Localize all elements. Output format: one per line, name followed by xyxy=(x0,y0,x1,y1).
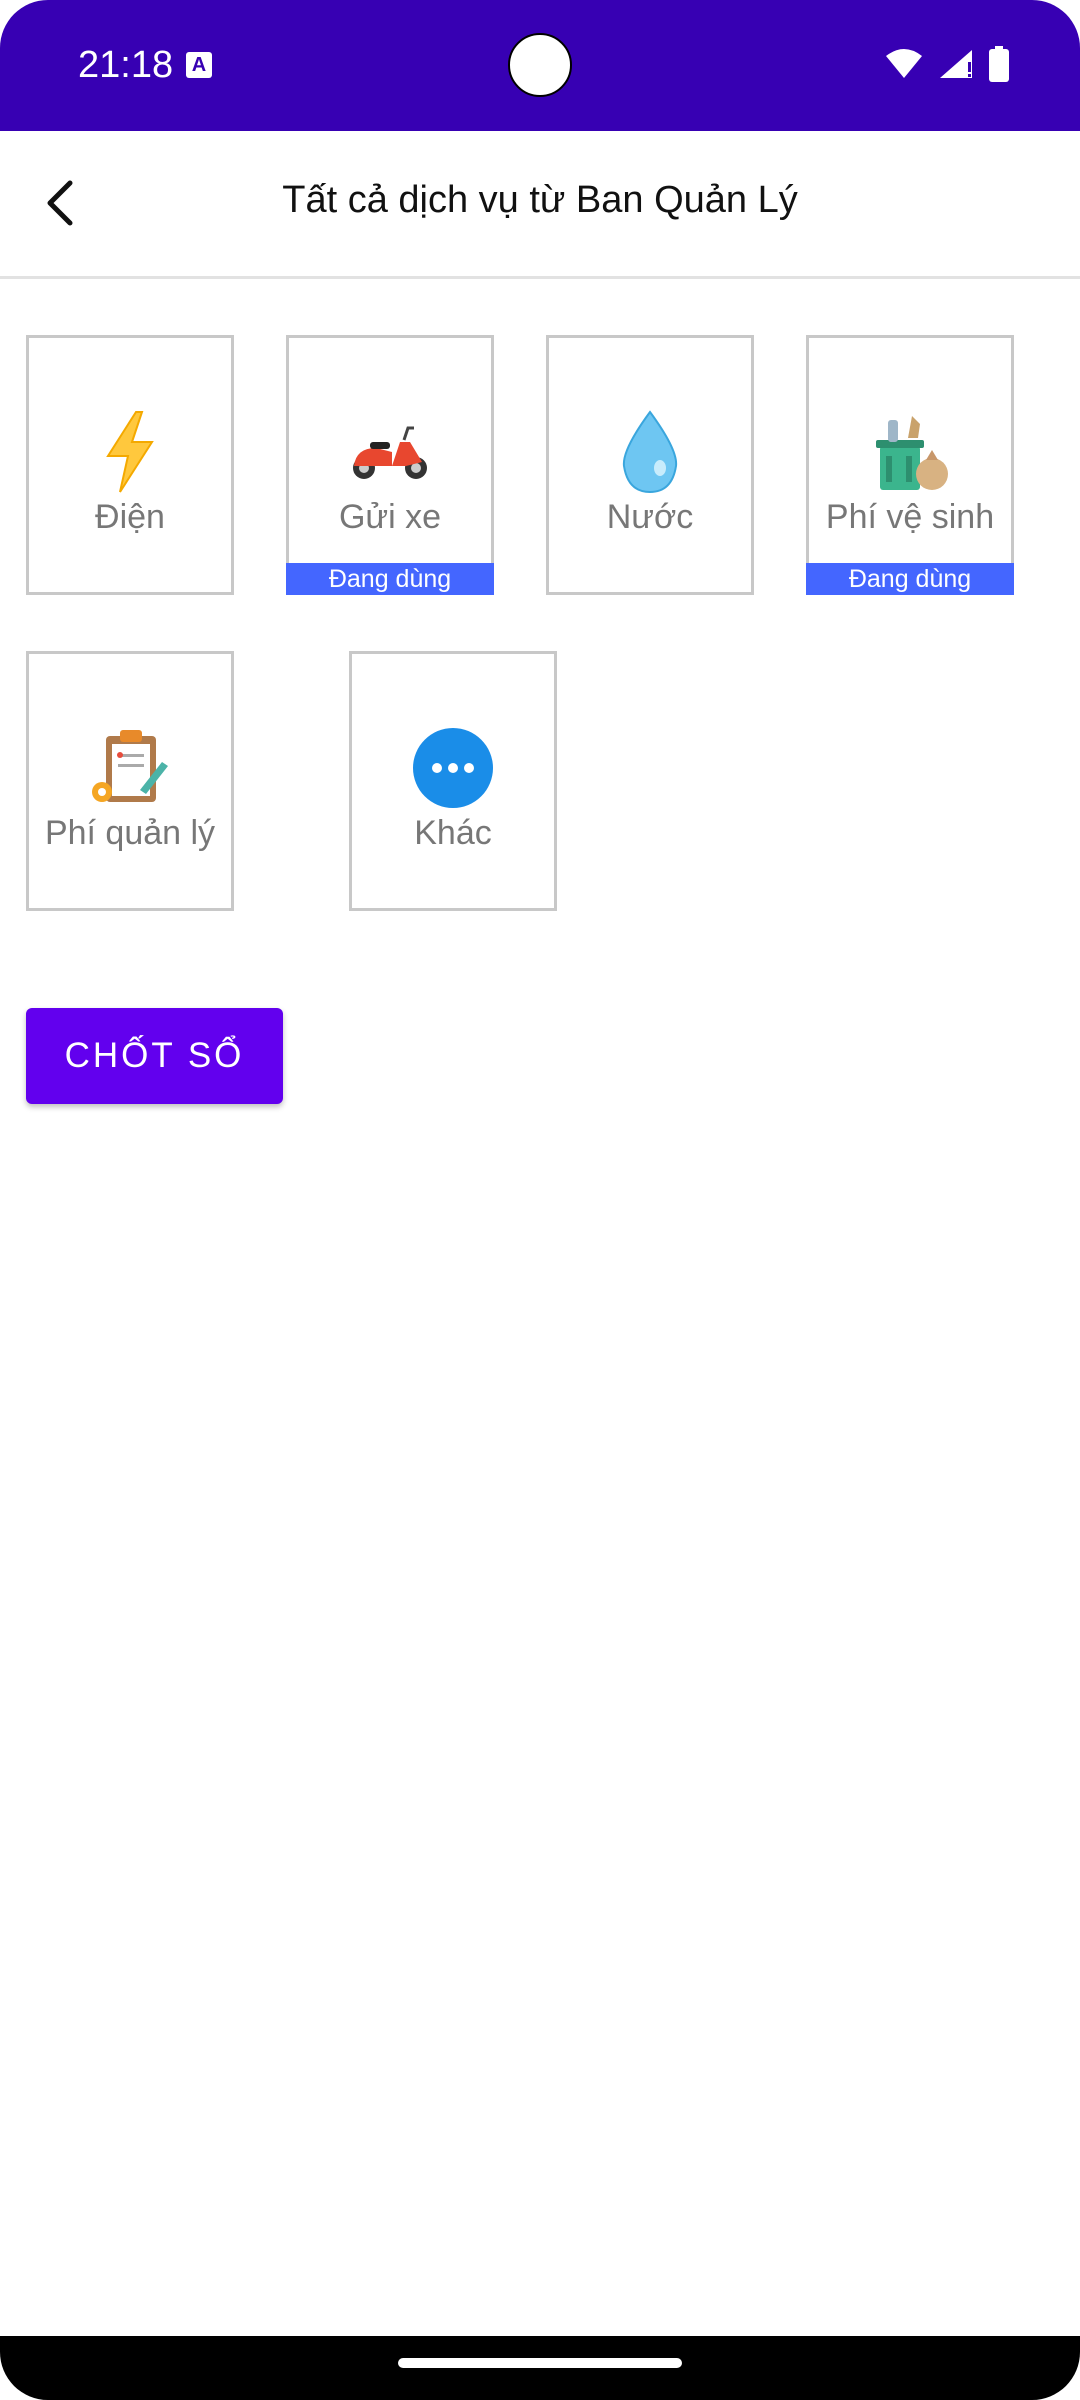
status-bar: 21:18 A xyxy=(0,0,1080,131)
clipboard-icon xyxy=(88,726,172,810)
scooter-icon xyxy=(348,410,432,494)
service-card-khac[interactable]: Khác xyxy=(349,651,557,911)
home-gesture-pill[interactable] xyxy=(398,2358,682,2368)
battery-icon xyxy=(989,46,1009,82)
more-icon xyxy=(411,726,495,810)
signal-icon xyxy=(940,50,972,78)
service-card-gui-xe[interactable]: Gửi xe Đang dùng xyxy=(286,335,494,595)
service-label: Gửi xe xyxy=(338,498,442,536)
service-label: Khác xyxy=(414,814,492,852)
status-time: 21:18 xyxy=(78,44,174,86)
service-label: Điện xyxy=(95,498,165,536)
status-icons xyxy=(884,46,1010,82)
a-text-icon: A xyxy=(186,52,212,78)
navigation-bar xyxy=(0,2336,1080,2400)
service-label: Phí quản lý xyxy=(44,814,216,852)
chot-so-button[interactable]: CHỐT SỔ xyxy=(26,1008,283,1104)
service-card-phi-quan-ly[interactable]: Phí quản lý xyxy=(26,651,234,911)
status-badge: Đang dùng xyxy=(806,563,1014,595)
wifi-icon xyxy=(886,49,922,78)
camera-cutout xyxy=(508,33,572,97)
service-card-dien[interactable]: Điện xyxy=(26,335,234,595)
water-drop-icon xyxy=(608,410,692,494)
app-bar: Tất cả dịch vụ từ Ban Quản Lý xyxy=(0,131,1080,279)
service-label: Nước xyxy=(606,498,694,536)
status-badge: Đang dùng xyxy=(286,563,494,595)
service-label: Phí vệ sinh xyxy=(825,498,995,536)
trash-bin-icon xyxy=(868,410,952,494)
lightning-icon xyxy=(88,410,172,494)
page-title: Tất cả dịch vụ từ Ban Quản Lý xyxy=(282,179,798,221)
service-card-nuoc[interactable]: Nước xyxy=(546,335,754,595)
service-card-phi-ve-sinh[interactable]: Phí vệ sinh Đang dùng xyxy=(806,335,1014,595)
